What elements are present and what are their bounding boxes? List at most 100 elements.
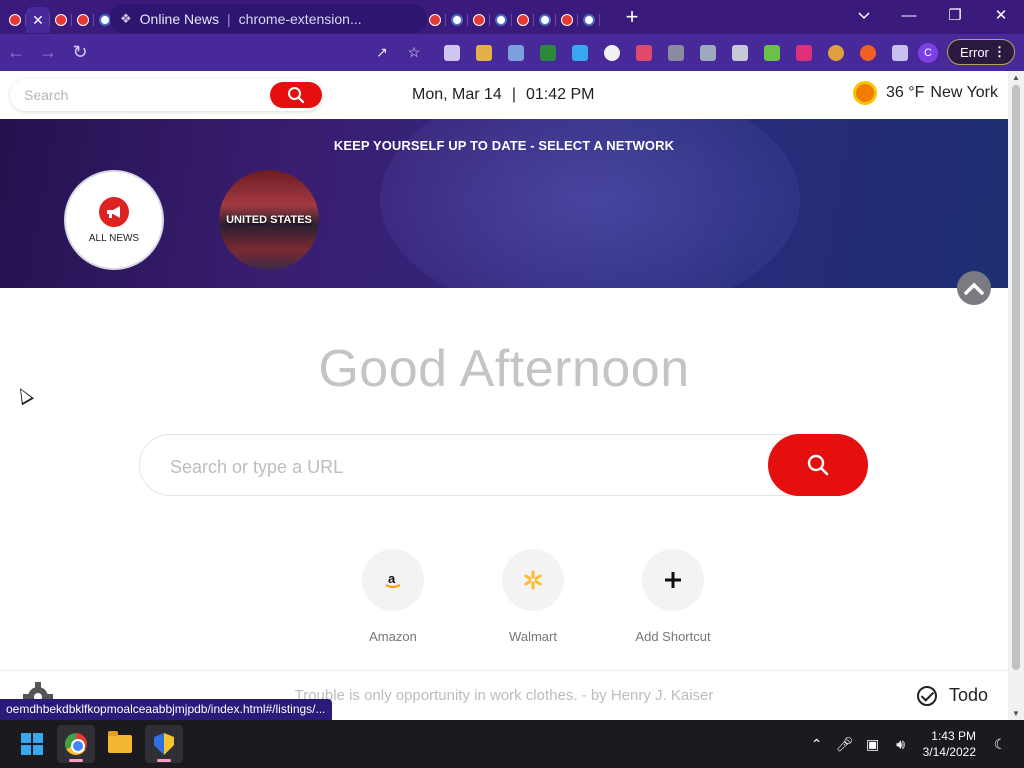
chevron-up-icon[interactable]: ⌃ [803,736,831,753]
omnibox-actions: ↗ ☆ [366,34,430,71]
tab[interactable] [50,7,72,33]
status-bar-url: oemdhbekdbklfkopmoalceaabbjmjpdb/index.h… [0,699,332,720]
weather-widget[interactable]: 36 °F New York [855,84,998,102]
hand-extension-icon[interactable] [436,34,468,71]
new-tab-page: Mon, Mar 14 | 01:42 PM 36 °F New York KEEP… [0,71,1008,720]
taskbar-date: 3/14/2022 [922,745,976,759]
taskbar-chrome[interactable] [57,725,95,763]
omnibox-site-name: Online News [139,10,220,27]
top-search-button[interactable] [270,82,322,108]
new-tab-button[interactable]: + [618,3,646,31]
scroll-down-arrow-icon[interactable]: ▼ [1012,709,1020,718]
tab-favicon-icon [583,14,595,26]
share-icon[interactable]: ↗ [366,44,398,61]
tab[interactable] [556,7,578,33]
todo-button[interactable]: Todo [916,685,988,706]
more-menu-icon[interactable]: ⋮ [993,44,1006,60]
taskbar-clock[interactable]: 1:43 PM 3/14/2022 [923,728,976,760]
shortcut-label: Amazon [369,629,417,644]
network-united-states[interactable]: UNITED STATES [219,170,319,270]
tab-favicon-icon [55,14,67,26]
tab[interactable] [468,7,490,33]
banner-title: KEEP YOURSELF UP TO DATE - SELECT A NETW… [333,138,675,153]
tab-favicon-icon [9,14,21,26]
shortcut-walmart[interactable]: Walmart [463,549,603,644]
omnibox[interactable]: ❖ Online News | chrome-extension... [110,4,427,33]
document-extension-icon[interactable] [500,34,532,71]
tab[interactable] [4,7,26,33]
taskbar-file-explorer[interactable] [101,725,139,763]
search-icon [288,87,305,104]
plus-icon [642,549,704,611]
color-bars-extension-icon[interactable] [756,34,788,71]
main-search-input[interactable] [170,454,730,480]
shield-icon [154,733,174,755]
red-box-extension-icon[interactable] [788,34,820,71]
flag-extension-icon[interactable] [532,34,564,71]
tab[interactable] [72,7,94,33]
media-extension-icon[interactable] [660,34,692,71]
tab-search-chevron-icon[interactable] [850,4,878,28]
shortcut-amazon[interactable]: a Amazon [323,549,463,644]
volume-icon[interactable]: 🔊︎ [887,736,915,753]
date-time-separator: | [511,86,516,103]
grid-extension-icon[interactable] [724,34,756,71]
minimize-button[interactable]: — [886,0,932,30]
tab[interactable] [512,7,534,33]
search-lens-extension-icon[interactable] [596,34,628,71]
monkey-extension-icon[interactable] [820,34,852,71]
error-label: Error [960,44,989,60]
svg-text:a: a [388,571,396,586]
bookmark-star-icon[interactable]: ☆ [398,44,430,61]
tab-favicon-icon [517,14,529,26]
city-text: New York [930,84,998,101]
scroll-up-arrow-icon[interactable]: ▲ [1012,73,1020,82]
restore-button[interactable]: ❐ [932,0,978,30]
back-button[interactable]: ← [0,38,32,68]
tab[interactable] [424,7,446,33]
omnibox-separator: | [227,10,231,27]
tab[interactable] [534,7,556,33]
folder-icon [108,731,132,753]
network-label: ALL NEWS [88,232,140,244]
top-search-input[interactable] [24,85,264,105]
start-button[interactable] [13,725,51,763]
collapse-banner-button[interactable] [957,271,991,305]
main-search-button[interactable] [768,434,868,496]
network-all-news[interactable]: ALL NEWS [64,170,164,270]
tab-favicon-icon [473,14,485,26]
windows-taskbar: ⌃ 🎤︎ ▣ 🔊︎ 1:43 PM 3/14/2022 ☾ [0,720,1024,768]
profile-avatar[interactable]: C [918,43,938,63]
taskbar-security[interactable] [145,725,183,763]
chevron-up-icon [964,282,984,295]
extension-bar [436,34,916,71]
forward-button[interactable]: → [32,38,64,68]
microphone-icon[interactable]: 🎤︎ [831,736,859,753]
reload-button[interactable]: ↻ [64,38,96,68]
tab[interactable] [446,7,468,33]
gallery-extension-icon[interactable] [468,34,500,71]
tab[interactable] [578,7,600,33]
tab-favicon-icon [561,14,573,26]
extension-puzzle-icon: ❖ [120,10,132,26]
todo-label: Todo [948,685,988,705]
scrollbar-thumb[interactable] [1012,85,1020,670]
puzzle-extensions-icon[interactable] [884,34,916,71]
amazon-icon: a [362,549,424,611]
page-scrollbar[interactable]: ▲ ▼ [1008,71,1024,720]
close-tab-icon[interactable]: ✕ [32,12,44,29]
image-extension-icon[interactable] [692,34,724,71]
network-icon[interactable]: ▣ [859,736,887,753]
close-window-button[interactable]: ✕ [978,0,1024,30]
shortcuts: a Amazon Walmart Add Shortcut [323,549,743,644]
infinity-extension-icon[interactable] [852,34,884,71]
shortcut-add[interactable]: Add Shortcut [603,549,743,644]
error-button[interactable]: Error ⋮ [947,39,1015,65]
tab[interactable] [490,7,512,33]
tab-active[interactable]: ✕ [26,7,50,33]
play-extension-icon[interactable] [564,34,596,71]
focus-moon-icon[interactable]: ☾ [986,736,1014,753]
sun-icon [855,84,874,102]
text-cursor-extension-icon[interactable] [628,34,660,71]
taskbar-time: 1:43 PM [931,729,976,743]
